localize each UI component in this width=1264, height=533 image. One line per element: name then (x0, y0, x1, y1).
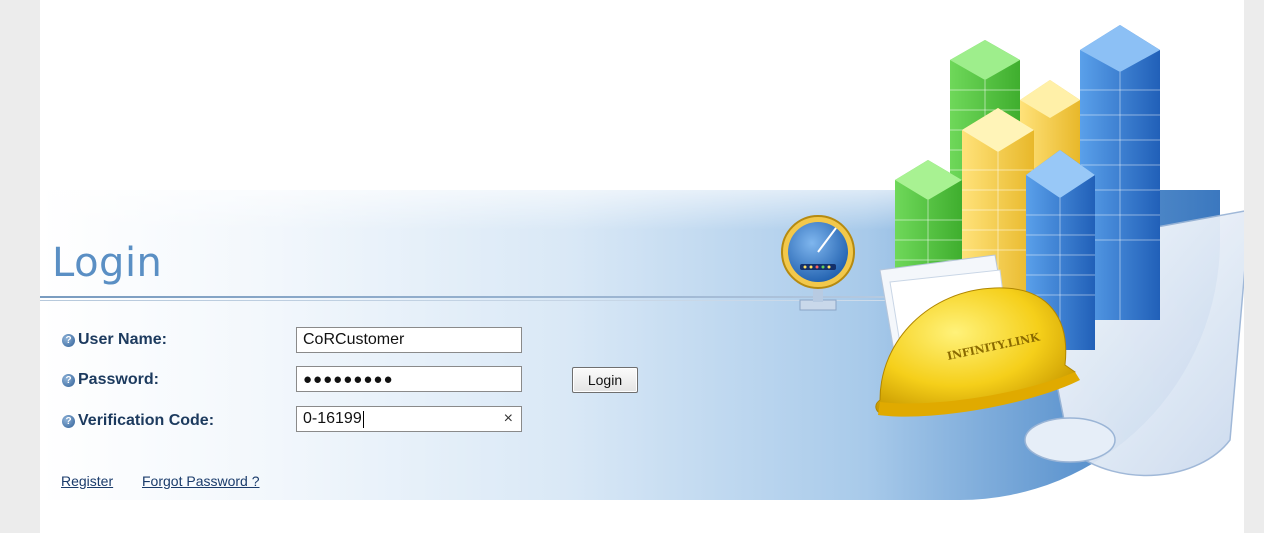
help-icon[interactable]: ? (62, 333, 75, 347)
verification-row: ? Verification Code: (62, 409, 214, 433)
verification-input[interactable]: 0-16199 × (296, 406, 522, 432)
clear-icon[interactable]: × (504, 410, 513, 428)
username-row: ? User Name: (62, 328, 167, 352)
password-input[interactable]: ●●●●●●●●● (296, 366, 522, 392)
username-value: CoRCustomer (303, 331, 405, 348)
help-icon[interactable]: ? (62, 373, 75, 387)
forgot-password-link[interactable]: Forgot Password ? (142, 473, 260, 489)
blueprint-roll-end (1024, 417, 1116, 463)
verification-value: 0-16199 (303, 410, 362, 427)
username-input[interactable]: CoRCustomer (296, 327, 522, 353)
password-value: ●●●●●●●●● (303, 370, 394, 388)
verification-label: Verification Code: (78, 412, 215, 429)
page-title: Login (52, 240, 163, 286)
login-button[interactable]: Login (572, 367, 638, 393)
login-page: Login INFINITY.LINK ? User Name: CoRCust… (40, 0, 1244, 533)
password-label: Password: (78, 371, 159, 388)
password-row: ? Password: (62, 368, 159, 392)
username-label: User Name: (78, 331, 167, 348)
text-caret (362, 410, 364, 428)
gauge-icon (781, 215, 855, 311)
register-link[interactable]: Register (61, 473, 113, 489)
buildings-illustration: INFINITY.LINK (781, 25, 1244, 477)
help-icon[interactable]: ? (62, 414, 75, 428)
